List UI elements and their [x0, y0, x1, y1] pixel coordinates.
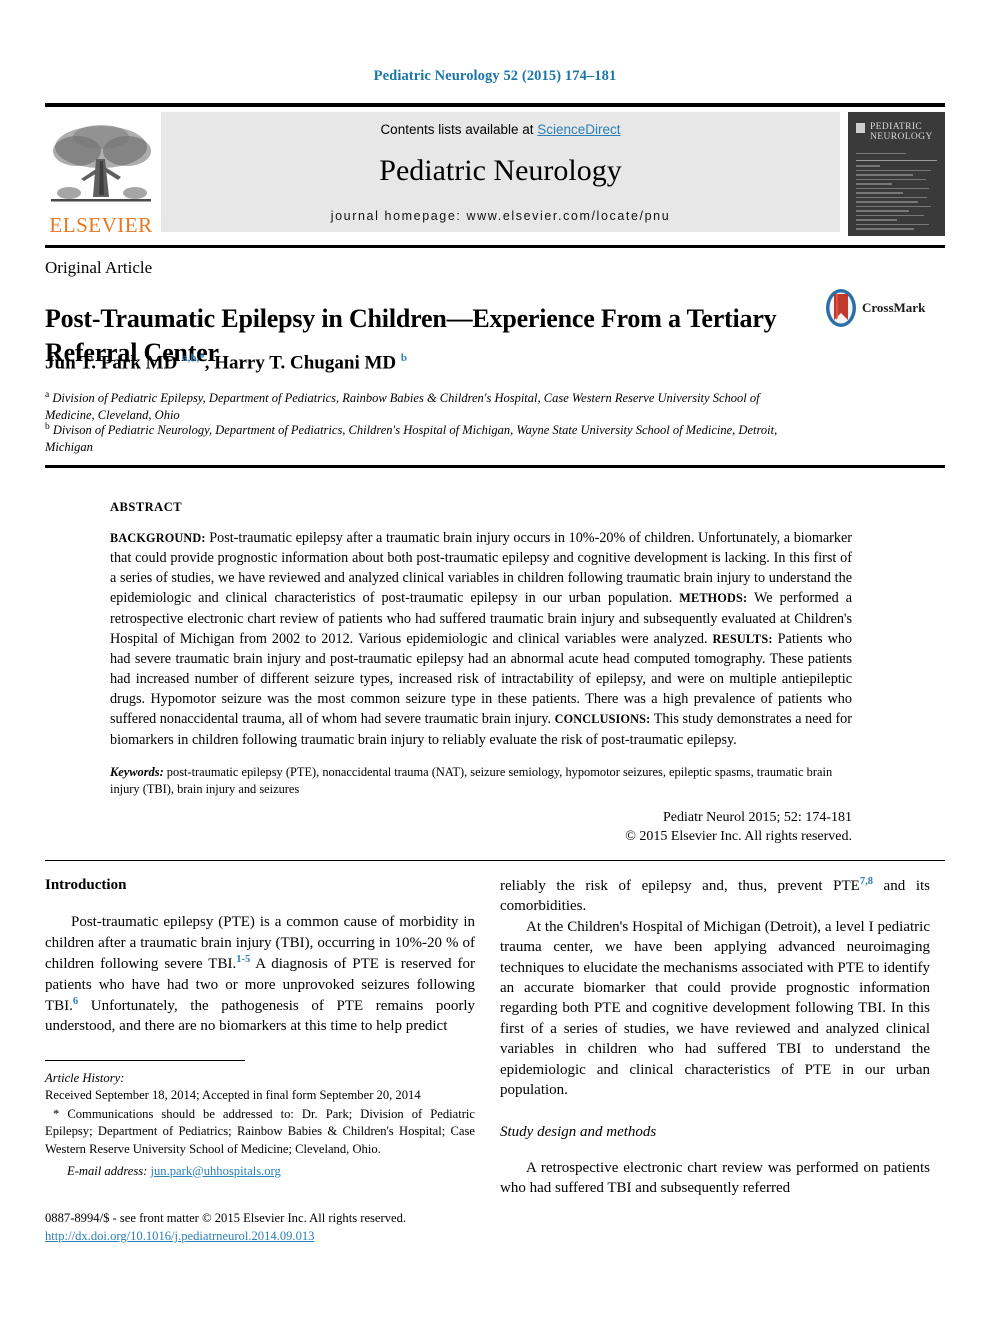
abstract-section: ABSTRACT BACKGROUND: Post-traumatic epil…: [110, 500, 852, 845]
section-heading-study-design: Study design and methods: [500, 1124, 657, 1141]
abstract-background-label: BACKGROUND:: [110, 531, 206, 545]
correspondence-note: * Communications should be addressed to:…: [45, 1107, 475, 1156]
footnote-separator: [45, 1060, 245, 1061]
abstract-conclusions-label: CONCLUSIONS:: [554, 712, 651, 727]
keywords-text: post-traumatic epilepsy (PTE), nonaccide…: [110, 764, 833, 796]
footnote-block: Article History: Received September 18, …: [45, 1070, 475, 1180]
crossmark-badge[interactable]: CrossMark: [824, 288, 925, 328]
abstract-citation: Pediatr Neurol 2015; 52: 174-181: [663, 809, 852, 825]
email-link[interactable]: jun.park@uhhospitals.org: [151, 1164, 281, 1178]
masthead-bottom-rule: [45, 245, 945, 248]
elsevier-wordmark: ELSEVIER: [49, 213, 153, 237]
elsevier-logo: ELSEVIER: [45, 112, 157, 236]
cover-title-line2: NEUROLOGY: [870, 132, 933, 143]
citation-ref-7-8[interactable]: 7,8: [860, 876, 873, 887]
cover-title-line1: PEDIATRIC: [870, 122, 923, 132]
journal-banner: Contents lists available at ScienceDirec…: [161, 112, 840, 232]
issn-front-matter-line: 0887-8994/$ - see front matter © 2015 El…: [45, 1211, 407, 1225]
abstract-methods-label: METHODS:: [679, 591, 748, 606]
keywords-label: Keywords:: [110, 764, 164, 779]
crossmark-label: CrossMark: [862, 300, 926, 315]
intro-p1-c: Unfortunately, the pathogenesis of PTE r…: [45, 997, 475, 1035]
right-p1-a: reliably the risk of epilepsy and, thus,…: [500, 878, 860, 894]
elsevier-tree-icon: [51, 125, 151, 202]
author-list: Jun T. Park MD a,b,*, Harry T. Chugani M…: [45, 352, 407, 374]
journal-title: Pediatric Neurology: [379, 154, 622, 187]
journal-cover-thumbnail[interactable]: PEDIATRIC NEUROLOGY: [848, 112, 945, 236]
keywords-line: Keywords: post-traumatic epilepsy (PTE),…: [110, 764, 852, 798]
right-paragraph-continued: reliably the risk of epilepsy and, thus,…: [500, 875, 930, 917]
abstract-results-label: RESULTS:: [712, 631, 773, 646]
journal-homepage-line[interactable]: journal homepage: www.elsevier.com/locat…: [331, 209, 671, 223]
section-heading-introduction: Introduction: [45, 877, 127, 893]
crossmark-icon: [826, 289, 856, 327]
right-paragraph-2: At the Children's Hospital of Michigan (…: [500, 918, 930, 1098]
masthead-top-rule: [45, 103, 945, 107]
intro-paragraph-1: Post-traumatic epilepsy (PTE) is a commo…: [45, 912, 475, 1036]
article-history-text: Received September 18, 2014; Accepted in…: [45, 1088, 421, 1103]
affiliation-a: a Division of Pediatric Epilepsy, Depart…: [45, 390, 760, 422]
body-column-right: reliably the risk of epilepsy and, thus,…: [500, 875, 930, 1198]
abstract-text: BACKGROUND: Post-traumatic epilepsy afte…: [110, 528, 852, 750]
abstract-label: ABSTRACT: [110, 500, 183, 514]
contents-prefix: Contents lists available at: [380, 122, 538, 137]
affiliation-b-text: Divison of Pediatric Neurology, Departme…: [45, 423, 778, 454]
email-line: E-mail address: jun.park@uhhospitals.org: [45, 1163, 475, 1180]
abstract-bottom-rule: [45, 860, 945, 861]
running-head: Pediatric Neurology 52 (2015) 174–181: [373, 68, 617, 84]
email-label: E-mail address:: [67, 1163, 148, 1178]
journal-masthead: ELSEVIER Contents lists available at Sci…: [45, 103, 945, 236]
sciencedirect-link[interactable]: ScienceDirect: [537, 122, 620, 137]
footer-copyright-block: 0887-8994/$ - see front matter © 2015 El…: [45, 1210, 485, 1245]
body-column-left: Introduction Post-traumatic epilepsy (PT…: [45, 875, 475, 1037]
cover-emblem-icon: [856, 123, 865, 133]
affiliation-b: b Divison of Pediatric Neurology, Depart…: [45, 422, 778, 454]
citation-ref-1-5[interactable]: 1-5: [236, 954, 250, 965]
methods-paragraph-1: A retrospective electronic chart review …: [500, 1159, 930, 1197]
contents-list-line: Contents lists available at ScienceDirec…: [380, 122, 620, 137]
abstract-top-rule: [45, 465, 945, 468]
article-type-label: Original Article: [45, 258, 153, 277]
article-page: Pediatric Neurology 52 (2015) 174–181 EL…: [0, 0, 990, 1320]
cover-text-lines: [856, 152, 937, 236]
affiliation-a-text: Division of Pediatric Epilepsy, Departme…: [45, 391, 760, 422]
article-history-label: Article History:: [45, 1071, 125, 1085]
doi-link[interactable]: http://dx.doi.org/10.1016/j.pediatrneuro…: [45, 1229, 314, 1243]
abstract-copyright: © 2015 Elsevier Inc. All rights reserved…: [625, 828, 852, 844]
